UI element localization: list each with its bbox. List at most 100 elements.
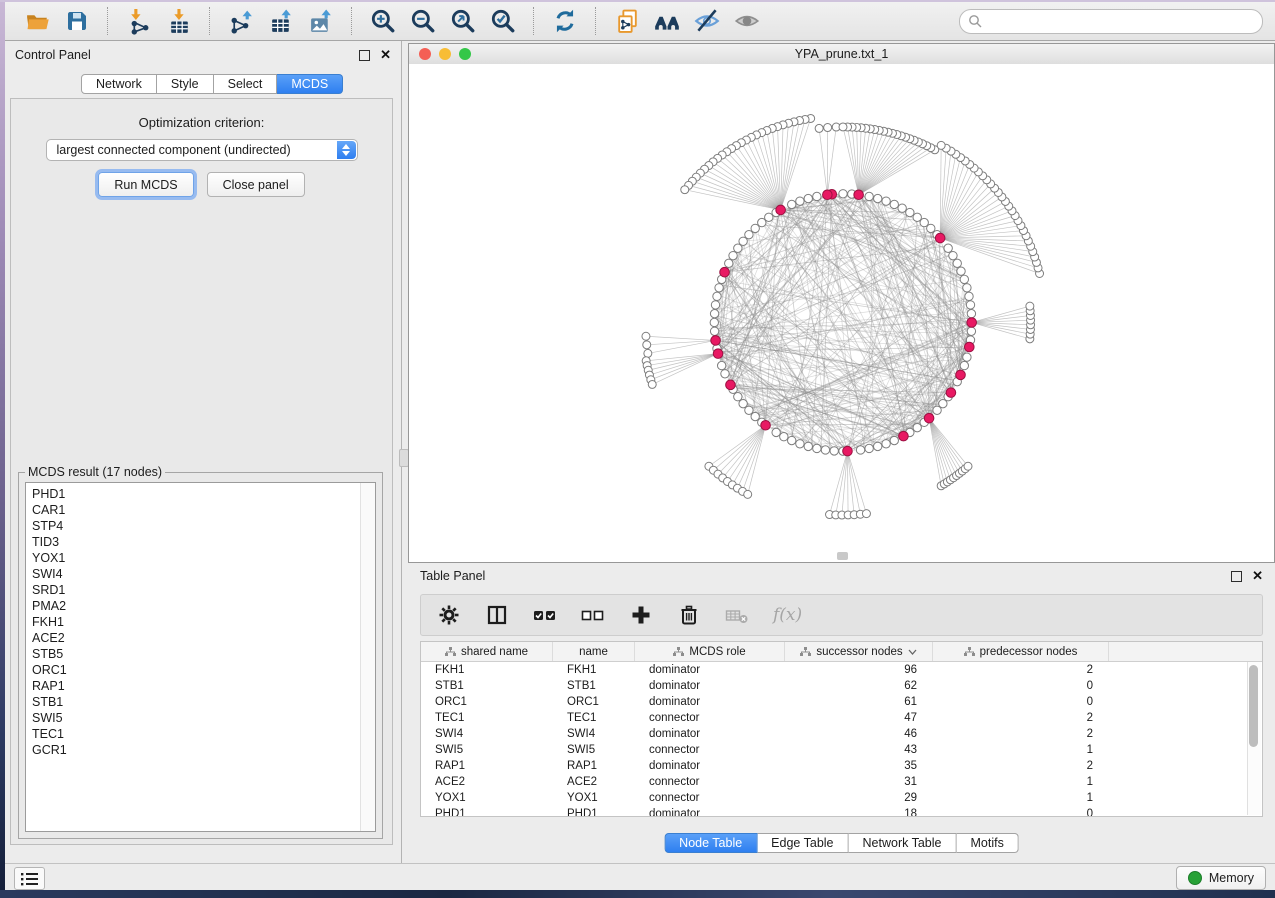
- table-row[interactable]: RAP1RAP1dominator352: [421, 758, 1262, 774]
- mcds-result-item[interactable]: CAR1: [32, 502, 375, 518]
- network-leaf-node[interactable]: [644, 349, 652, 357]
- first-neighbors-button[interactable]: [651, 6, 683, 36]
- close-panel-icon[interactable]: ✕: [380, 50, 391, 60]
- network-hub-node[interactable]: [713, 349, 723, 359]
- network-node[interactable]: [813, 444, 821, 452]
- network-node[interactable]: [804, 194, 812, 202]
- network-node[interactable]: [906, 208, 914, 216]
- close-table-panel-icon[interactable]: ✕: [1252, 571, 1263, 581]
- network-node[interactable]: [882, 440, 890, 448]
- zoom-selected-button[interactable]: [487, 6, 519, 36]
- show-all-button[interactable]: [731, 6, 763, 36]
- network-hub-node[interactable]: [935, 233, 945, 243]
- network-node[interactable]: [710, 327, 718, 335]
- network-node[interactable]: [890, 200, 898, 208]
- search-input[interactable]: [983, 13, 1254, 29]
- mcds-list-scrollbar[interactable]: [360, 483, 375, 831]
- show-columns-button[interactable]: [485, 603, 509, 627]
- network-node[interactable]: [960, 361, 968, 369]
- open-file-button[interactable]: [21, 6, 53, 36]
- network-node[interactable]: [715, 284, 723, 292]
- network-node[interactable]: [944, 244, 952, 252]
- column-header-predecessor-nodes[interactable]: predecessor nodes: [933, 642, 1109, 661]
- network-leaf-node[interactable]: [862, 510, 870, 518]
- export-table-button[interactable]: [265, 6, 297, 36]
- network-node[interactable]: [804, 442, 812, 450]
- network-hub-node[interactable]: [776, 205, 786, 215]
- delete-row-button[interactable]: [677, 603, 701, 627]
- tab-edge-table[interactable]: Edge Table: [757, 833, 848, 853]
- export-image-button[interactable]: [305, 6, 337, 36]
- mcds-result-item[interactable]: ORC1: [32, 662, 375, 678]
- table-row[interactable]: SWI4SWI4dominator462: [421, 726, 1262, 742]
- mcds-result-item[interactable]: PHD1: [32, 486, 375, 502]
- mcds-result-item[interactable]: FKH1: [32, 614, 375, 630]
- network-leaf-node[interactable]: [937, 141, 945, 149]
- network-hub-node[interactable]: [843, 446, 853, 456]
- canvas-hscroll-thumb[interactable]: [837, 552, 848, 560]
- float-panel-icon[interactable]: [359, 50, 370, 61]
- tab-motifs[interactable]: Motifs: [956, 833, 1018, 853]
- column-header-name[interactable]: name: [553, 642, 635, 661]
- network-leaf-node[interactable]: [643, 341, 651, 349]
- network-node[interactable]: [882, 197, 890, 205]
- table-scrollbar-thumb[interactable]: [1249, 665, 1258, 747]
- network-node[interactable]: [751, 224, 759, 232]
- network-node[interactable]: [721, 370, 729, 378]
- export-network-button[interactable]: [225, 6, 257, 36]
- network-node[interactable]: [967, 327, 975, 335]
- network-node[interactable]: [856, 446, 864, 454]
- mcds-result-item[interactable]: RAP1: [32, 678, 375, 694]
- mcds-result-item[interactable]: TID3: [32, 534, 375, 550]
- network-hub-node[interactable]: [854, 190, 864, 200]
- save-session-button[interactable]: [61, 6, 93, 36]
- mcds-result-item[interactable]: ACE2: [32, 630, 375, 646]
- clone-network-button[interactable]: [611, 6, 643, 36]
- network-leaf-node[interactable]: [815, 124, 823, 132]
- network-hub-node[interactable]: [761, 420, 771, 430]
- network-hub-node[interactable]: [924, 413, 934, 423]
- network-node[interactable]: [963, 353, 971, 361]
- add-row-button[interactable]: [629, 603, 653, 627]
- zoom-fit-button[interactable]: [447, 6, 479, 36]
- network-hub-node[interactable]: [967, 318, 977, 328]
- network-node[interactable]: [710, 318, 718, 326]
- network-hub-node[interactable]: [956, 370, 966, 380]
- network-node[interactable]: [711, 301, 719, 309]
- network-node[interactable]: [957, 267, 965, 275]
- table-row[interactable]: ACE2ACE2connector311: [421, 774, 1262, 790]
- network-node[interactable]: [865, 192, 873, 200]
- network-node[interactable]: [796, 197, 804, 205]
- network-node[interactable]: [949, 251, 957, 259]
- mcds-result-item[interactable]: TEC1: [32, 726, 375, 742]
- network-node[interactable]: [725, 259, 733, 267]
- network-node[interactable]: [898, 204, 906, 212]
- network-hub-node[interactable]: [823, 190, 833, 200]
- network-leaf-node[interactable]: [681, 186, 689, 194]
- memory-button[interactable]: Memory: [1176, 866, 1266, 890]
- network-leaf-node[interactable]: [648, 380, 656, 388]
- network-hub-node[interactable]: [965, 342, 975, 352]
- table-row[interactable]: SWI5SWI5connector431: [421, 742, 1262, 758]
- network-node[interactable]: [796, 440, 804, 448]
- network-leaf-node[interactable]: [744, 490, 752, 498]
- import-network-button[interactable]: [123, 6, 155, 36]
- network-node[interactable]: [813, 192, 821, 200]
- mcds-result-item[interactable]: GCR1: [32, 742, 375, 758]
- close-panel-button[interactable]: Close panel: [207, 172, 305, 197]
- table-settings-button[interactable]: [437, 603, 461, 627]
- table-row[interactable]: FKH1FKH1dominator962: [421, 662, 1262, 678]
- table-scrollbar-track[interactable]: [1247, 662, 1261, 815]
- network-hub-node[interactable]: [720, 267, 730, 277]
- mcds-result-item[interactable]: SWI4: [32, 566, 375, 582]
- tab-network[interactable]: Network: [81, 74, 157, 94]
- column-header-mcds-role[interactable]: MCDS role: [635, 642, 785, 661]
- tab-mcds[interactable]: MCDS: [277, 74, 343, 94]
- network-node[interactable]: [734, 244, 742, 252]
- network-leaf-node[interactable]: [964, 462, 972, 470]
- run-mcds-button[interactable]: Run MCDS: [98, 172, 193, 197]
- network-node[interactable]: [890, 436, 898, 444]
- zoom-in-button[interactable]: [367, 6, 399, 36]
- network-leaf-node[interactable]: [1026, 302, 1034, 310]
- zoom-out-button[interactable]: [407, 6, 439, 36]
